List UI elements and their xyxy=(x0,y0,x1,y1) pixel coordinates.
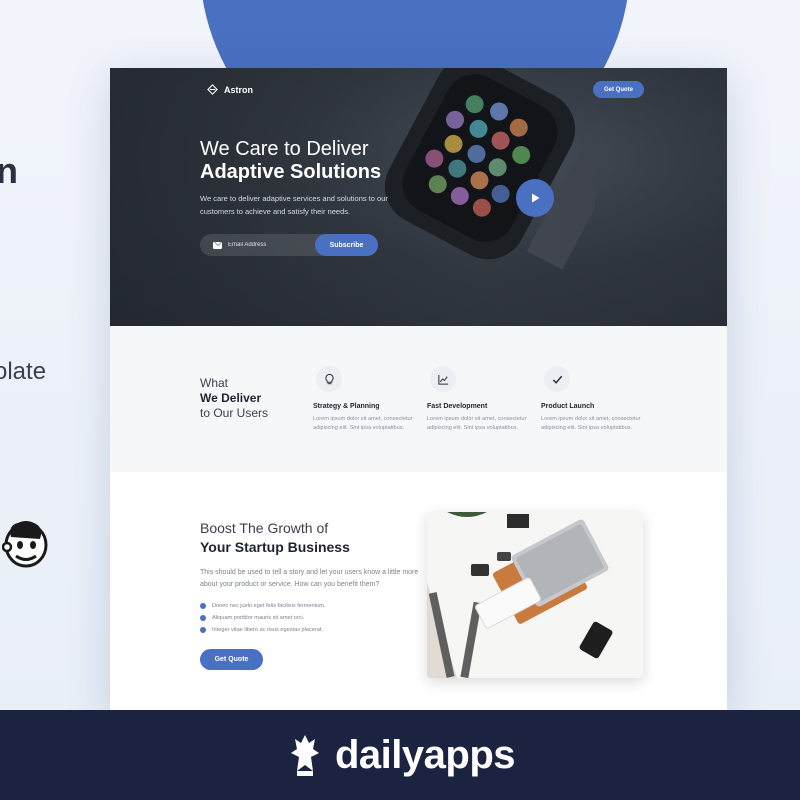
features-section: What We Deliver to Our Users Strategy & … xyxy=(110,326,727,472)
brand-name: Astron xyxy=(224,84,253,95)
list-item: Donec nec justo eget felis facilisis fer… xyxy=(200,600,325,612)
bullet-icon xyxy=(200,603,206,609)
growth-title-line1: Boost The Growth of xyxy=(200,520,329,536)
get-quote-button-header[interactable]: Get Quote xyxy=(593,81,644,98)
feature-title: Strategy & Planning xyxy=(313,403,380,410)
footer-brand-name: dailyapps xyxy=(334,732,516,777)
brand-logo[interactable]: Astron xyxy=(207,84,253,95)
hero-title-line2: Adaptive Solutions xyxy=(200,161,382,183)
feature-description: Lorem ipsum dolor sit amet, consectetur … xyxy=(313,416,413,431)
hero-title-line1: We Care to Deliver xyxy=(200,138,369,160)
bullet-icon xyxy=(200,627,206,633)
mailchimp-logo-icon xyxy=(2,521,48,568)
side-text-fragment-mid: olate xyxy=(0,358,47,385)
bullet-icon xyxy=(200,615,206,621)
hero-section: Astron Get Quote We Care to Deliver Adap… xyxy=(110,68,727,326)
list-item: Aliquam porttitor mauris sit amet orci. xyxy=(200,612,325,624)
subscribe-button[interactable]: Subscribe xyxy=(315,234,378,256)
feature-description: Lorem ipsum dolor sit amet, consectetur … xyxy=(541,416,641,431)
features-heading: What We Deliver to Our Users xyxy=(200,376,268,421)
get-quote-button[interactable]: Get Quote xyxy=(200,649,263,670)
play-icon xyxy=(532,193,540,203)
envelope-icon xyxy=(213,241,222,249)
growth-section: Boost The Growth of Your Startup Busines… xyxy=(110,472,727,713)
feature-item-strategy: Strategy & Planning Lorem ipsum dolor si… xyxy=(313,366,423,433)
play-video-button[interactable] xyxy=(516,179,554,217)
lightbulb-icon xyxy=(316,366,342,392)
list-item-text: Integer vitae libero ac risus egestas pl… xyxy=(212,627,324,633)
feature-item-development: Fast Development Lorem ipsum dolor sit a… xyxy=(427,366,537,433)
list-item-text: Donec nec justo eget felis facilisis fer… xyxy=(212,603,326,609)
list-item-text: Aliquam porttitor mauris sit amet orci. xyxy=(212,615,305,621)
list-item: Integer vitae libero ac risus egestas pl… xyxy=(200,624,325,636)
subscribe-form: Subscribe xyxy=(200,234,378,256)
features-heading-line2: We Deliver xyxy=(200,391,262,405)
checkmark-icon xyxy=(544,366,570,392)
side-text-fragment-top: n xyxy=(0,150,18,191)
desk-workspace-image xyxy=(427,512,643,678)
feature-description: Lorem ipsum dolor sit amet, consectetur … xyxy=(427,416,527,431)
feature-title: Product Launch xyxy=(541,403,595,410)
feature-title: Fast Development xyxy=(427,403,488,410)
footer-banner: dailyapps xyxy=(0,710,800,800)
email-input[interactable] xyxy=(228,242,313,248)
dailyapps-logo-icon xyxy=(290,735,319,776)
features-heading-line3: to Our Users xyxy=(200,406,269,420)
chart-icon xyxy=(430,366,456,392)
logo-mark-icon xyxy=(207,84,218,95)
growth-description: This should be used to tell a story and … xyxy=(200,569,419,588)
growth-title-line2: Your Startup Business xyxy=(200,539,350,555)
growth-checklist: Donec nec justo eget felis facilisis fer… xyxy=(200,600,325,636)
website-template-preview: Astron Get Quote We Care to Deliver Adap… xyxy=(110,68,727,713)
hero-description: We care to deliver adaptive services and… xyxy=(200,194,388,216)
features-heading-line1: What xyxy=(200,376,229,390)
feature-item-launch: Product Launch Lorem ipsum dolor sit ame… xyxy=(541,366,651,433)
